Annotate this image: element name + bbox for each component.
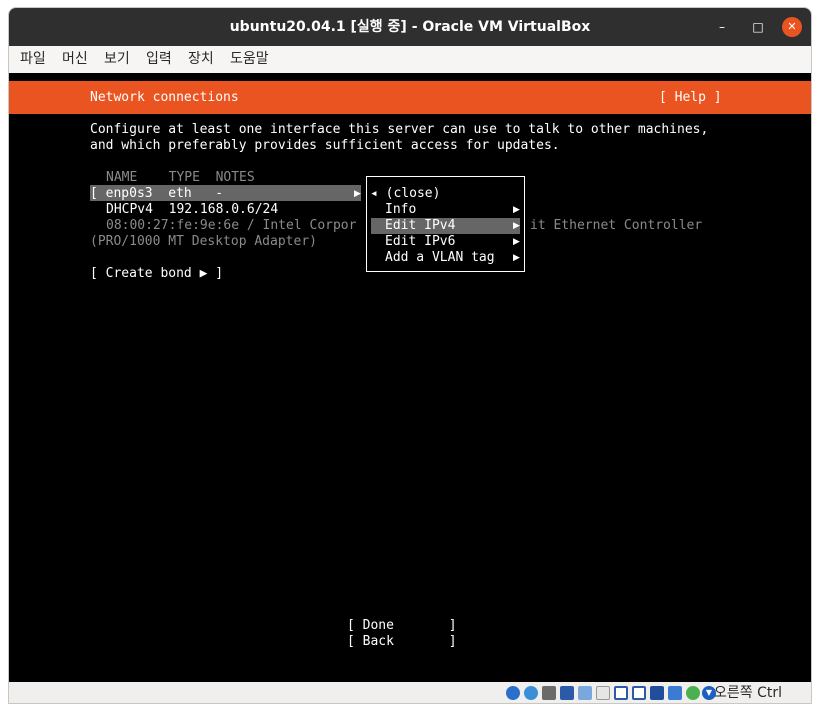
keyboard-capture-icon[interactable] [686, 686, 700, 700]
window-title: ubuntu20.04.1 [실행 중] - Oracle VM Virtual… [229, 19, 591, 35]
menu-item-edit-ipv6[interactable]: Edit IPv6 [385, 234, 455, 250]
menu-view[interactable]: 보기 [104, 46, 130, 73]
mac-row-line-2: (PRO/1000 MT Desktop Adapter) [90, 234, 317, 249]
edit-ipv4-arrow-icon: ▶ [513, 221, 520, 231]
page-title: Network connections [90, 90, 239, 105]
mac-row-left: 08:00:27:fe:9e:6e / Intel Corpor [106, 218, 357, 233]
status-bar: ▼ 오른쪽 Ctrl [9, 682, 811, 703]
edit-ipv6-arrow-icon: ▶ [513, 237, 520, 247]
menu-item-close[interactable]: ◂ (close) [370, 186, 440, 202]
recording-icon[interactable] [632, 686, 646, 700]
interface-action-menu: ◂ (close) Info ▶ Edit IPv4 ▶ Edit IPv6 ▶… [366, 176, 525, 272]
create-bond-button[interactable]: [ Create bond ▶ ] [90, 266, 223, 282]
menu-file[interactable]: 파일 [20, 46, 46, 73]
menu-input[interactable]: 입력 [146, 46, 172, 73]
back-button[interactable]: [ Back ] [347, 634, 457, 650]
add-vlan-arrow-icon: ▶ [513, 253, 520, 263]
description-line-1: Configure at least one interface this se… [90, 122, 709, 137]
interface-arrow-icon: ▶ [354, 189, 361, 199]
close-button[interactable]: ✕ [782, 17, 802, 37]
display-icon[interactable] [614, 686, 628, 700]
hard-disk-icon[interactable] [506, 686, 520, 700]
mouse-integration-icon[interactable] [668, 686, 682, 700]
shared-folders-icon[interactable] [596, 686, 610, 700]
interface-row-enp0s3[interactable]: [ enp0s3 eth - [90, 186, 223, 202]
network-icon[interactable] [560, 686, 574, 700]
dhcp-row: DHCPv4 192.168.0.6/24 [106, 202, 279, 217]
title-bar[interactable]: ubuntu20.04.1 [실행 중] - Oracle VM Virtual… [9, 8, 811, 46]
virtualbox-window: ubuntu20.04.1 [실행 중] - Oracle VM Virtual… [9, 8, 811, 703]
table-header: NAME TYPE NOTES [106, 170, 255, 185]
cpu-icon[interactable] [650, 686, 664, 700]
host-key-label: 오른쪽 Ctrl [714, 685, 783, 701]
audio-icon[interactable] [542, 686, 556, 700]
menu-item-add-vlan-tag[interactable]: Add a VLAN tag [385, 250, 495, 266]
mac-row-right: it Ethernet Controller [530, 218, 703, 233]
menu-help[interactable]: 도움말 [230, 46, 269, 73]
description-line-2: and which preferably provides sufficient… [90, 138, 560, 153]
maximize-button[interactable]: □ [748, 17, 768, 37]
menu-machine[interactable]: 머신 [62, 46, 88, 73]
minimize-button[interactable]: – [712, 17, 732, 37]
help-button[interactable]: [ Help ] [659, 90, 722, 106]
vm-console-screen[interactable]: Network connections [ Help ] Configure a… [9, 73, 811, 682]
done-button[interactable]: [ Done ] [347, 618, 457, 634]
menu-item-info[interactable]: Info [385, 202, 416, 218]
menu-bar: 파일 머신 보기 입력 장치 도움말 [9, 46, 811, 73]
usb-icon[interactable] [578, 686, 592, 700]
optical-drive-icon[interactable] [524, 686, 538, 700]
info-arrow-icon: ▶ [513, 205, 520, 215]
menu-devices[interactable]: 장치 [188, 46, 214, 73]
menu-item-edit-ipv4[interactable]: Edit IPv4 [385, 218, 455, 234]
